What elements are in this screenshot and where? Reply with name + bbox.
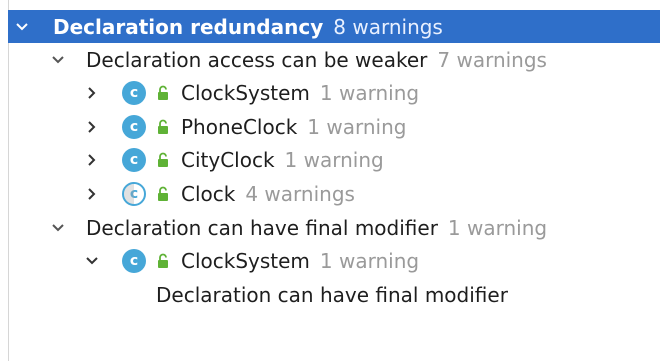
abstract-class-icon: c	[122, 181, 146, 206]
chevron-right-icon[interactable]	[84, 152, 100, 168]
warning-count: 4 warnings	[245, 181, 355, 206]
tree-node-clocksystem[interactable]: c ClockSystem 1 warning	[8, 76, 660, 109]
chevron-down-icon[interactable]	[14, 19, 30, 35]
warning-count: 1 warning	[319, 80, 420, 105]
node-label: Declaration access can be weaker	[86, 47, 428, 72]
lock-icon	[155, 119, 171, 135]
warning-count: 1 warning	[319, 248, 420, 273]
class-icon: c	[122, 114, 146, 139]
tree-node-clocksystem-final[interactable]: c ClockSystem 1 warning	[8, 244, 660, 277]
node-label: Declaration redundancy	[53, 14, 324, 39]
tree-node-phoneclock[interactable]: c PhoneClock 1 warning	[8, 110, 660, 143]
chevron-right-icon[interactable]	[84, 85, 100, 101]
lock-icon	[155, 253, 171, 269]
warning-count: 7 warnings	[437, 47, 547, 72]
lock-icon	[155, 186, 171, 202]
tree-node-declaration-redundancy[interactable]: Declaration redundancy 8 warnings	[8, 10, 660, 43]
warning-count: 1 warning	[284, 147, 384, 172]
tree-node-access-can-be-weaker[interactable]: Declaration access can be weaker 7 warni…	[8, 43, 660, 76]
lock-icon	[155, 85, 171, 101]
tree-node-cityclock[interactable]: c CityClock 1 warning	[8, 143, 660, 176]
class-icon: c	[122, 147, 146, 172]
tree-node-can-have-final-modifier[interactable]: Declaration can have final modifier 1 wa…	[8, 211, 660, 244]
warning-count: 1 warning	[307, 114, 407, 139]
warning-count: 8 warnings	[333, 14, 443, 39]
class-name: PhoneClock	[181, 114, 298, 139]
chevron-down-icon[interactable]	[84, 253, 100, 269]
chevron-down-icon[interactable]	[50, 220, 66, 236]
tree-node-clock[interactable]: c Clock 4 warnings	[8, 177, 660, 210]
chevron-right-icon[interactable]	[84, 186, 100, 202]
lock-icon	[155, 152, 171, 168]
tree-node-problem-description[interactable]: Declaration can have final modifier	[8, 278, 660, 311]
class-name: ClockSystem	[181, 80, 310, 105]
node-label: Declaration can have final modifier	[86, 215, 438, 240]
chevron-right-icon[interactable]	[84, 119, 100, 135]
problem-description: Declaration can have final modifier	[156, 282, 508, 307]
class-name: ClockSystem	[181, 248, 310, 273]
chevron-down-icon[interactable]	[50, 52, 66, 68]
class-icon: c	[122, 80, 146, 105]
class-icon: c	[122, 248, 146, 273]
class-name: Clock	[181, 181, 236, 206]
warning-count: 1 warning	[447, 215, 548, 240]
class-name: CityClock	[181, 147, 275, 172]
